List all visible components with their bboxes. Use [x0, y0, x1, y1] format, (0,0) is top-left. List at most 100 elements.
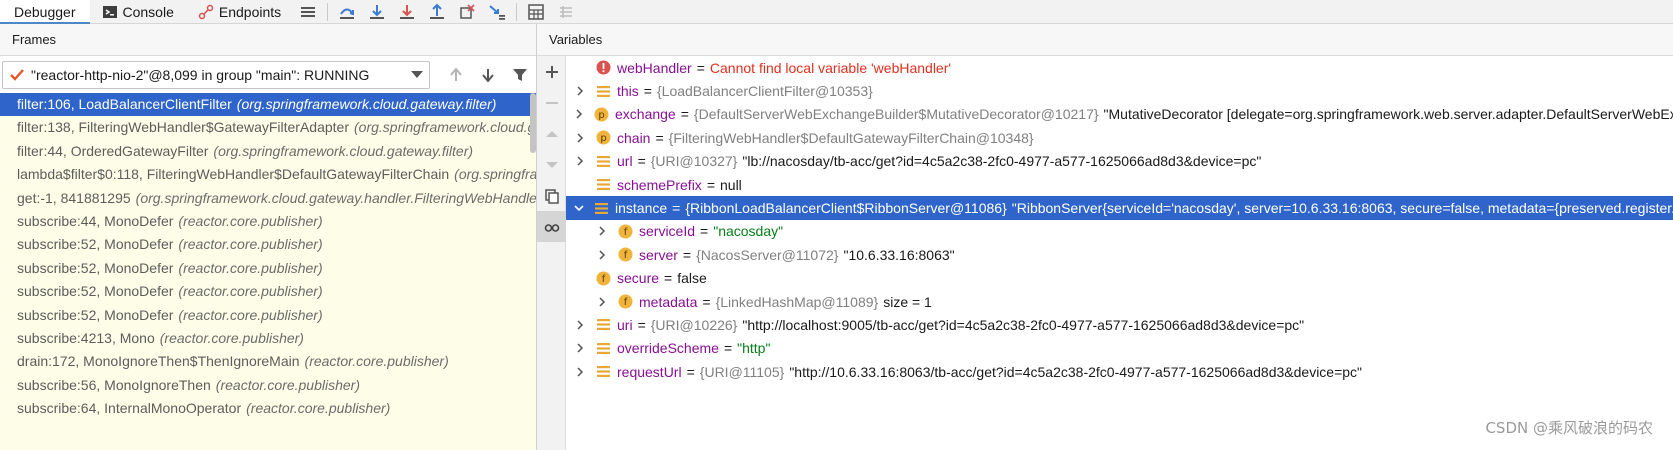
variable-row[interactable]: requestUrl = {URI@11105} "http://10.6.33.16… [566, 360, 1673, 383]
frame-package: (org.springframework.cloud.gateway.handl… [454, 166, 536, 183]
frame-row[interactable]: subscribe:52, MonoDefer (reactor.core.pub… [0, 304, 536, 327]
run-to-cursor-icon[interactable] [482, 0, 512, 24]
equals-sign: = [702, 293, 711, 310]
frame-row[interactable]: filter:138, FilteringWebHandler$GatewayF… [0, 116, 536, 139]
frame-package: (reactor.core.publisher) [178, 283, 323, 300]
chevron-right-icon[interactable] [574, 366, 586, 378]
variable-value: size = 1 [883, 293, 932, 310]
trace-icon[interactable] [551, 0, 581, 24]
variable-name: url [617, 153, 633, 170]
frames-header: Frames [0, 24, 536, 56]
variable-row[interactable]: instance = {RibbonLoadBalancerClient$Ribbo… [566, 196, 1673, 220]
frame-row[interactable]: lambda$filter$0:118, FilteringWebHandler… [0, 163, 536, 186]
chevron-right-icon[interactable] [574, 108, 584, 120]
move-up-icon[interactable] [537, 118, 566, 149]
variable-row[interactable]: overrideScheme = "http" [566, 337, 1673, 360]
variable-row[interactable]: f serviceId = "nacosday" [566, 220, 1673, 243]
menu-icon[interactable] [293, 0, 323, 24]
variable-row[interactable]: uri = {URI@10226} "http://localhost:9005/tb… [566, 313, 1673, 336]
f-field-icon: f [596, 271, 611, 286]
chevron-right-icon[interactable] [596, 249, 608, 261]
equals-sign: = [723, 340, 733, 357]
frame-method: get:-1, 841881295 [17, 189, 131, 206]
frame-package: (reactor.core.publisher) [159, 329, 304, 346]
equals-sign: = [655, 129, 664, 146]
chevron-right-icon[interactable] [574, 319, 586, 331]
field-icon [596, 317, 611, 332]
chevron-right-icon[interactable] [596, 296, 608, 308]
tab-debugger[interactable]: Debugger [0, 0, 90, 25]
frame-down-icon[interactable] [472, 61, 504, 89]
variable-row[interactable]: url = {URI@10327} "lb://nacosday/tb-acc/get… [566, 150, 1673, 173]
field-icon [594, 201, 609, 216]
glasses-icon[interactable] [537, 211, 566, 242]
frame-row[interactable]: drain:172, MonoIgnoreThen$ThenIgnoreMain… [0, 350, 536, 373]
frame-package: (reactor.core.publisher) [178, 306, 323, 323]
frame-method: subscribe:52, MonoDefer [17, 283, 174, 300]
frame-package: (reactor.core.publisher) [178, 259, 323, 276]
param-icon: p [594, 107, 609, 122]
error-message: Cannot find local variable 'webHandler' [709, 59, 952, 76]
chevron-right-icon[interactable] [574, 85, 586, 97]
tab-console[interactable]: Console [90, 0, 186, 24]
frame-row[interactable]: filter:106, LoadBalancerClientFilter (org… [0, 93, 536, 117]
force-step-into-icon[interactable] [392, 0, 422, 24]
frame-method: drain:172, MonoIgnoreThen$ThenIgnoreMain [17, 353, 300, 370]
variable-value: "lb://nacosday/tb-acc/get?id=4c5a2c38-2f… [742, 153, 1262, 170]
chevron-down-icon[interactable] [574, 202, 584, 214]
frame-method: subscribe:44, MonoDefer [17, 212, 174, 229]
frame-row[interactable]: get:-1, 841881295 (org.springframework.cl… [0, 187, 536, 210]
frame-row[interactable]: subscribe:64, InternalMonoOperator (react… [0, 397, 536, 420]
equals-sign: = [686, 363, 695, 380]
variable-row[interactable]: f metadata = {LinkedHashMap@11089} size = 1 [566, 290, 1673, 313]
variable-row[interactable]: f server = {NacosServer@11072} "10.6.33.16:8… [566, 243, 1673, 266]
variable-row[interactable]: schemePrefix = null [566, 173, 1673, 196]
chevron-right-icon[interactable] [574, 155, 586, 167]
drop-frame-icon[interactable] [452, 0, 482, 24]
remove-watch-icon[interactable] [537, 87, 566, 118]
frame-row[interactable]: subscribe:44, MonoDefer (reactor.core.pub… [0, 210, 536, 233]
frame-row[interactable]: subscribe:52, MonoDefer (reactor.core.pub… [0, 233, 536, 256]
add-watch-icon[interactable] [537, 56, 566, 87]
variable-type: {FilteringWebHandler$DefaultGatewayFilte… [668, 129, 1034, 146]
svg-text:f: f [624, 227, 628, 238]
equals-sign: = [672, 200, 681, 217]
step-over-icon[interactable] [332, 0, 362, 24]
frame-package: (reactor.core.publisher) [178, 236, 323, 253]
variable-value: "10.6.33.16:8063" [843, 246, 955, 263]
filter-icon[interactable] [504, 61, 536, 89]
variable-type: {URI@11105} [699, 363, 785, 380]
thread-selector[interactable]: "reactor-http-nio-2"@8,099 in group "mai… [2, 60, 431, 89]
variable-row[interactable]: webHandler = Cannot find local variable 'w… [566, 56, 1673, 79]
copy-icon[interactable] [537, 180, 566, 211]
frame-row[interactable]: subscribe:4213, Mono (reactor.core.publis… [0, 327, 536, 350]
evaluate-expression-icon[interactable] [521, 0, 551, 24]
move-down-icon[interactable] [537, 149, 566, 180]
variable-row[interactable]: f secure = false [566, 267, 1673, 290]
error-icon [596, 60, 611, 75]
chevron-right-icon[interactable] [574, 342, 586, 354]
variables-tree: webHandler = Cannot find local variable 'w… [566, 56, 1673, 450]
step-into-icon[interactable] [362, 0, 392, 24]
frame-row[interactable]: subscribe:52, MonoDefer (reactor.core.pub… [0, 257, 536, 280]
chevron-right-icon[interactable] [596, 225, 608, 237]
frame-row[interactable]: subscribe:52, MonoDefer (reactor.core.pub… [0, 280, 536, 303]
step-out-icon[interactable] [422, 0, 452, 24]
equals-sign: = [664, 270, 673, 287]
variable-row[interactable]: p exchange = {DefaultServerWebExchangeBuild… [566, 103, 1673, 126]
frame-row[interactable]: filter:44, OrderedGatewayFilter (org.spri… [0, 140, 536, 163]
frame-package: (org.springframework.cloud.gateway.filte… [354, 119, 536, 136]
variable-name: metadata [639, 293, 698, 310]
field-icon [596, 364, 611, 379]
console-icon [102, 4, 118, 20]
frame-up-icon[interactable] [440, 61, 472, 89]
variable-value: false [677, 270, 707, 287]
variable-name: webHandler [617, 59, 692, 76]
variable-row[interactable]: p chain = {FilteringWebHandler$DefaultGatew… [566, 126, 1673, 149]
chevron-right-icon[interactable] [574, 132, 586, 144]
tab-endpoints[interactable]: Endpoints [186, 0, 293, 24]
f-field-icon: f [618, 294, 633, 309]
variable-row[interactable]: this = {LoadBalancerClientFilter@10353} [566, 79, 1673, 102]
frame-row[interactable]: subscribe:56, MonoIgnoreThen (reactor.cor… [0, 374, 536, 397]
field-icon [596, 177, 611, 192]
